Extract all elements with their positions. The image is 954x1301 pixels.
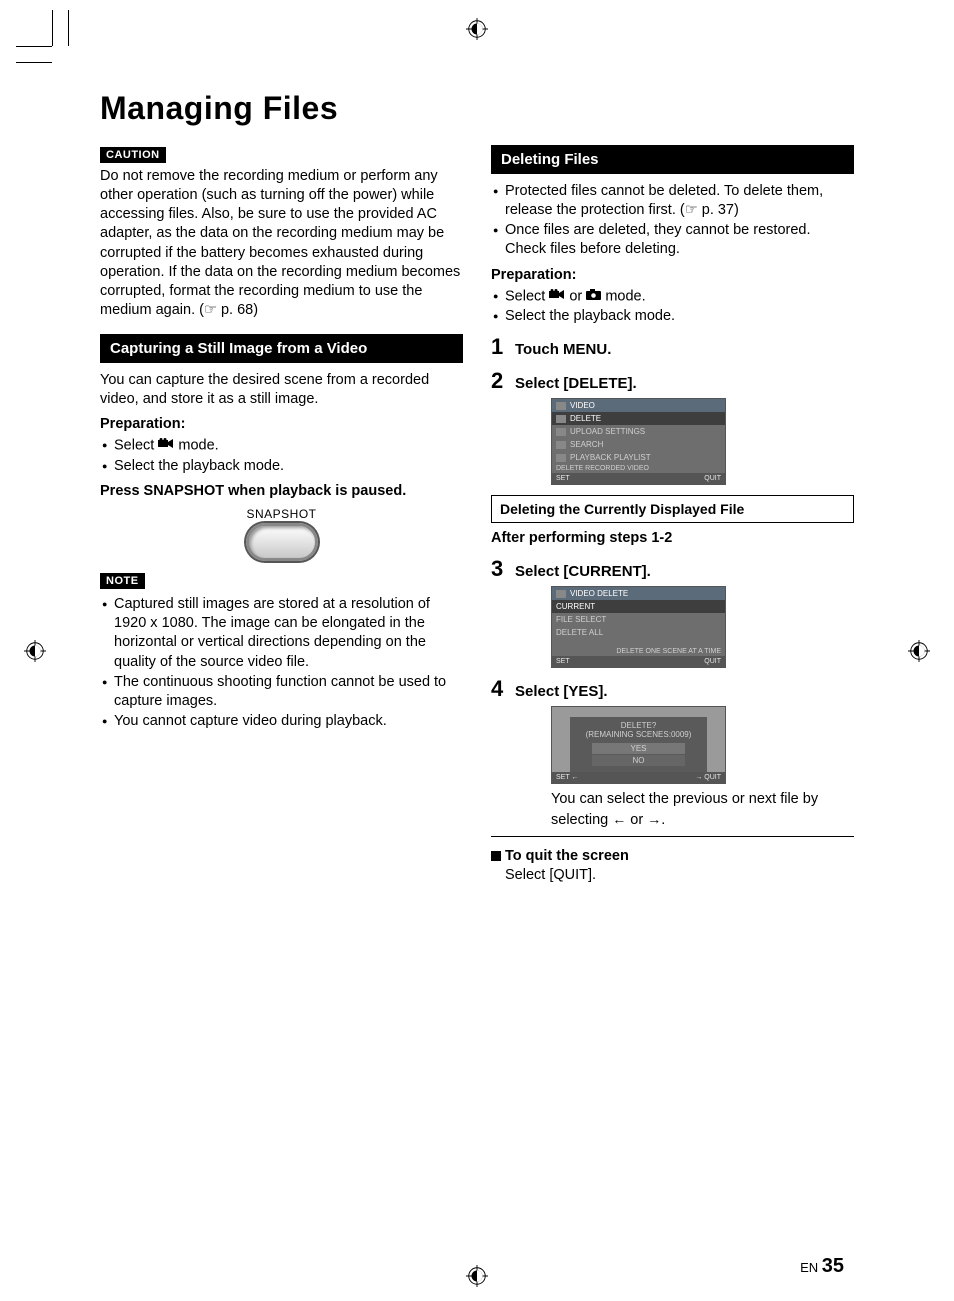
quit-body: Select [QUIT]. (491, 866, 854, 885)
menu-screenshot: VIDEO DELETE CURRENT FILE SELECT DELETE … (551, 586, 726, 668)
registration-mark-icon (24, 640, 46, 662)
step-text: Touch MENU. (515, 341, 611, 358)
subsection-delete-current: Deleting the Currently Displayed File (491, 495, 854, 523)
prep-item: Select the playback mode. (100, 457, 463, 476)
camera-mode-icon (586, 287, 601, 306)
step-number: 4 (491, 676, 507, 702)
confirm-screenshot: DELETE? (REMAINING SCENES:0009) YES NO S… (551, 706, 726, 784)
note-tag: NOTE (100, 573, 145, 589)
step-text: Select [YES]. (515, 683, 608, 700)
video-mode-icon (549, 287, 565, 306)
after-steps: After performing steps 1-2 (491, 529, 854, 548)
step-text: Select [CURRENT]. (515, 563, 651, 580)
page-title: Managing Files (100, 90, 854, 127)
quit-heading: To quit the screen (491, 847, 854, 866)
caution-tag: CAUTION (100, 147, 166, 163)
video-mode-icon (158, 436, 174, 455)
capture-intro: You can capture the desired scene from a… (100, 371, 463, 409)
caution-text: Do not remove the recording medium or pe… (100, 167, 463, 320)
delete-bullet: Once files are deleted, they cannot be r… (491, 221, 854, 259)
delete-bullet: Protected files cannot be deleted. To de… (491, 182, 854, 220)
step-text: Select [DELETE]. (515, 375, 637, 392)
prep-item: Select mode. (100, 436, 463, 456)
left-column: CAUTION Do not remove the recording medi… (100, 145, 463, 885)
registration-mark-icon (466, 18, 488, 40)
note-item: The continuous shooting function cannot … (100, 673, 463, 711)
menu-screenshot: VIDEO DELETE UPLOAD SETTINGS SEARCH PLAY… (551, 398, 726, 485)
snapshot-illustration: SNAPSHOT (100, 507, 463, 561)
prep-label: Preparation: (100, 415, 463, 434)
step-number: 3 (491, 556, 507, 582)
prep-item: Select the playback mode. (491, 307, 854, 326)
prep-item: Select or mode. (491, 287, 854, 307)
right-column: Deleting Files Protected files cannot be… (491, 145, 854, 885)
step-number: 1 (491, 334, 507, 360)
prep-label: Preparation: (491, 266, 854, 285)
note-item: Captured still images are stored at a re… (100, 595, 463, 672)
section-capture: Capturing a Still Image from a Video (100, 334, 463, 363)
registration-mark-icon (908, 640, 930, 662)
section-delete: Deleting Files (491, 145, 854, 174)
registration-mark-icon (466, 1265, 488, 1287)
page-footer: EN 35 (800, 1255, 844, 1278)
step-number: 2 (491, 368, 507, 394)
snapshot-button-icon (246, 523, 318, 561)
snapshot-instruction: Press SNAPSHOT when playback is paused. (100, 482, 463, 501)
nav-note: You can select the previous or next file… (551, 790, 841, 829)
note-item: You cannot capture video during playback… (100, 712, 463, 731)
